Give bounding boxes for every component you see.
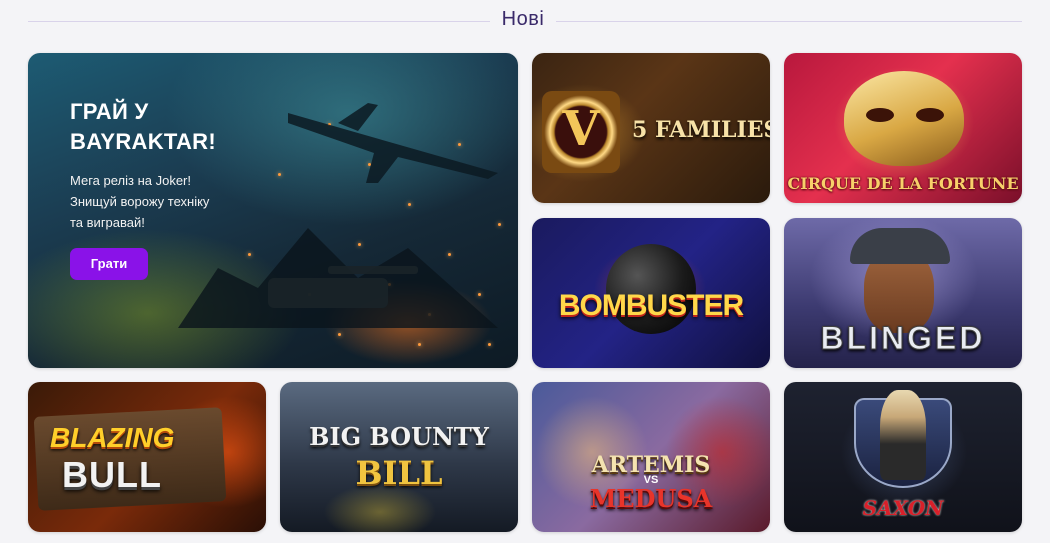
header-divider-right: [556, 21, 1022, 22]
header-divider-left: [28, 21, 490, 22]
mask-eye: [916, 108, 944, 122]
game-title-line1: BIG BOUNTY: [309, 422, 489, 451]
game-tile-bombuster[interactable]: BOMBUSTER: [532, 218, 770, 368]
emblem-letter: V: [562, 101, 600, 157]
game-tile-cirque-de-la-fortune[interactable]: CIRQUE DE LA FORTUNE: [784, 53, 1022, 203]
game-title-line2: BILL: [355, 454, 443, 492]
game-title-line2: BULL: [62, 454, 162, 495]
promo-text-line: Мега реліз на Joker!: [70, 173, 191, 188]
character-portrait: [880, 390, 926, 480]
promo-banner-bayraktar[interactable]: ГРАЙ У BAYRAKTAR! Мега реліз на Joker! З…: [28, 53, 518, 368]
promo-text-line: та вигравай!: [70, 215, 145, 230]
masks-icon: [844, 71, 964, 166]
section-header: Нові: [0, 6, 1050, 36]
drone-illustration: [288, 103, 498, 183]
cap-icon: [850, 228, 950, 264]
promo-description: Мега реліз на Joker! Знищуй ворожу техні…: [70, 170, 270, 233]
game-title: CIRQUE DE LA FORTUNE: [787, 174, 1019, 193]
game-tile-artemis-vs-medusa[interactable]: ARTEMIS VS MEDUSA: [532, 382, 770, 532]
new-games-section: Нові ГРАЙ У BAYRAKTAR! Мега реліз на Jok…: [0, 0, 1050, 543]
promo-title: ГРАЙ У BAYRAKTAR!: [70, 99, 216, 154]
game-tile-big-bounty-bill[interactable]: BIG BOUNTY BILL: [280, 382, 518, 532]
game-tile-blazing-bull[interactable]: BLAZING BULL: [28, 382, 266, 532]
game-title-line1: BLAZING: [50, 422, 175, 453]
play-button[interactable]: Грати: [70, 248, 148, 280]
promo-text-line: Знищуй ворожу техніку: [70, 194, 210, 209]
game-tile-5-families[interactable]: V 5 FAMILIES: [532, 53, 770, 203]
game-title: BOMBUSTER: [558, 289, 744, 322]
game-title: BLINGED: [820, 320, 986, 357]
game-tile-saxon[interactable]: SAXON: [784, 382, 1022, 532]
game-title-line2: MEDUSA: [589, 484, 713, 513]
game-tile-blinged[interactable]: BLINGED: [784, 218, 1022, 368]
game-title: SAXON: [862, 496, 944, 520]
section-title: Нові: [501, 8, 545, 30]
game-title: 5 FAMILIES: [632, 117, 770, 143]
mask-eye: [866, 108, 894, 122]
